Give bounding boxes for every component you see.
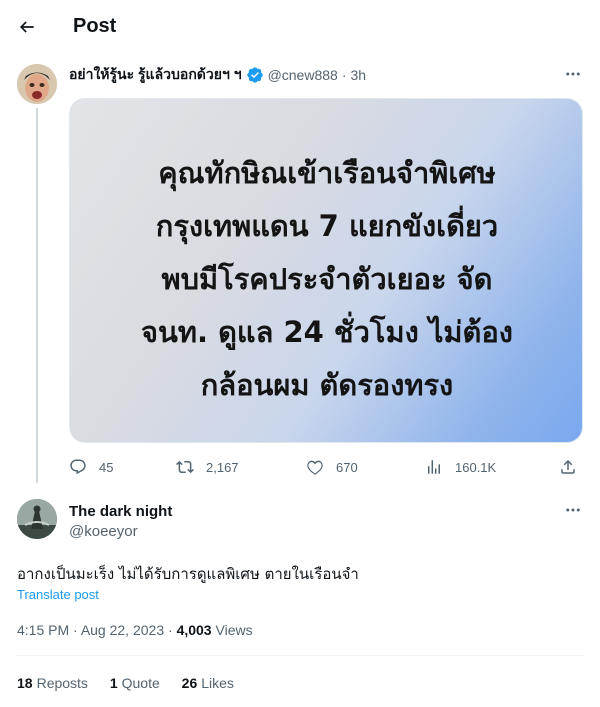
author-handle[interactable]: @cnew888 bbox=[268, 67, 338, 83]
more-options-button[interactable] bbox=[563, 500, 583, 520]
likes-total: 26 bbox=[181, 675, 198, 691]
image-text-line: จนท. ดูแล 24 ชั่วโมง ไม่ต้อง bbox=[141, 315, 513, 349]
parent-tweet-header: อย่าให้รู้นะ รู้แล้วบอกด้วยฯ ฯ @cnew888 … bbox=[69, 66, 366, 84]
tweet-actions: 45 2,167 670 160.1K bbox=[69, 456, 583, 478]
like-count: 670 bbox=[336, 459, 358, 475]
like-button[interactable]: 670 bbox=[306, 456, 358, 478]
back-button[interactable] bbox=[10, 10, 44, 44]
image-text: คุณทักษิณเข้าเรือนจำพิเศษ กรุงเทพแดน 7 แ… bbox=[70, 147, 582, 412]
reposts-total: 18 bbox=[17, 675, 33, 691]
arrow-left-icon bbox=[19, 21, 34, 33]
tweet-text: อากงเป็นมะเร็ง ไม่ได้รับการดูแลพิเศษ ตาย… bbox=[17, 565, 359, 583]
author-name[interactable]: The dark night bbox=[69, 503, 172, 520]
share-button[interactable] bbox=[559, 456, 589, 478]
avatar[interactable] bbox=[17, 499, 57, 539]
thread-line bbox=[36, 108, 38, 483]
likes-stat[interactable]: 26 Likes bbox=[182, 675, 234, 691]
share-icon bbox=[561, 459, 575, 474]
separator-dot: · bbox=[73, 622, 81, 638]
reposts-stat[interactable]: 18 Reposts bbox=[17, 675, 88, 691]
more-dots-icon bbox=[566, 508, 580, 512]
avatar[interactable] bbox=[17, 64, 57, 104]
verified-badge-icon bbox=[246, 66, 264, 84]
repost-icon bbox=[176, 460, 194, 474]
views-total: 4,003 bbox=[176, 622, 212, 638]
avatar-photo bbox=[17, 499, 57, 539]
more-dots-icon bbox=[566, 72, 580, 76]
page-title: Post bbox=[73, 15, 117, 37]
tweet-image[interactable]: คุณทักษิณเข้าเรือนจำพิเศษ กรุงเทพแดน 7 แ… bbox=[69, 98, 583, 443]
quotes-total: 1 bbox=[109, 675, 118, 691]
bar-chart-icon bbox=[428, 460, 440, 474]
likes-label: Likes bbox=[201, 675, 234, 691]
reply-count: 45 bbox=[99, 459, 114, 475]
avatar-photo bbox=[17, 64, 57, 104]
quotes-stat[interactable]: 1 Quote bbox=[110, 675, 160, 691]
translate-post-link[interactable]: Translate post bbox=[17, 587, 99, 602]
tweet-meta: 4:15 PM · Aug 22, 2023 · 4,003 Views bbox=[17, 622, 253, 638]
tweet-date[interactable]: Aug 22, 2023 bbox=[81, 622, 164, 638]
separator-dot: · bbox=[341, 67, 347, 83]
reply-icon bbox=[70, 459, 86, 475]
author-handle[interactable]: @koeeyor bbox=[69, 523, 138, 540]
heart-icon bbox=[307, 460, 323, 475]
reposts-label: Reposts bbox=[36, 675, 88, 691]
image-text-line: กล้อนผม ตัดรองทรง bbox=[200, 368, 454, 402]
repost-count: 2,167 bbox=[206, 459, 239, 475]
more-options-button[interactable] bbox=[563, 64, 583, 84]
image-text-line: กรุงเทพแดน 7 แยกขังเดี่ยว bbox=[155, 209, 499, 243]
header: Post bbox=[0, 0, 600, 53]
divider bbox=[17, 655, 583, 656]
engagement-stats: 18 Reposts 1 Quote 26 Likes bbox=[17, 675, 252, 691]
quotes-label: Quote bbox=[121, 675, 160, 691]
repost-button[interactable]: 2,167 bbox=[176, 456, 239, 478]
image-text-line: พบมีโรคประจำตัวเยอะ จัด bbox=[161, 262, 493, 296]
views-button[interactable]: 160.1K bbox=[425, 456, 496, 478]
views-count: 160.1K bbox=[455, 459, 497, 475]
timestamp[interactable]: 3h bbox=[351, 67, 367, 83]
image-text-line: คุณทักษิณเข้าเรือนจำพิเศษ bbox=[158, 156, 496, 190]
separator-dot: · bbox=[168, 622, 177, 638]
reply-button[interactable]: 45 bbox=[69, 456, 113, 478]
views-label: Views bbox=[215, 622, 253, 638]
author-name[interactable]: อย่าให้รู้นะ รู้แล้วบอกด้วยฯ ฯ bbox=[69, 64, 242, 86]
tweet-time[interactable]: 4:15 PM bbox=[17, 622, 69, 638]
